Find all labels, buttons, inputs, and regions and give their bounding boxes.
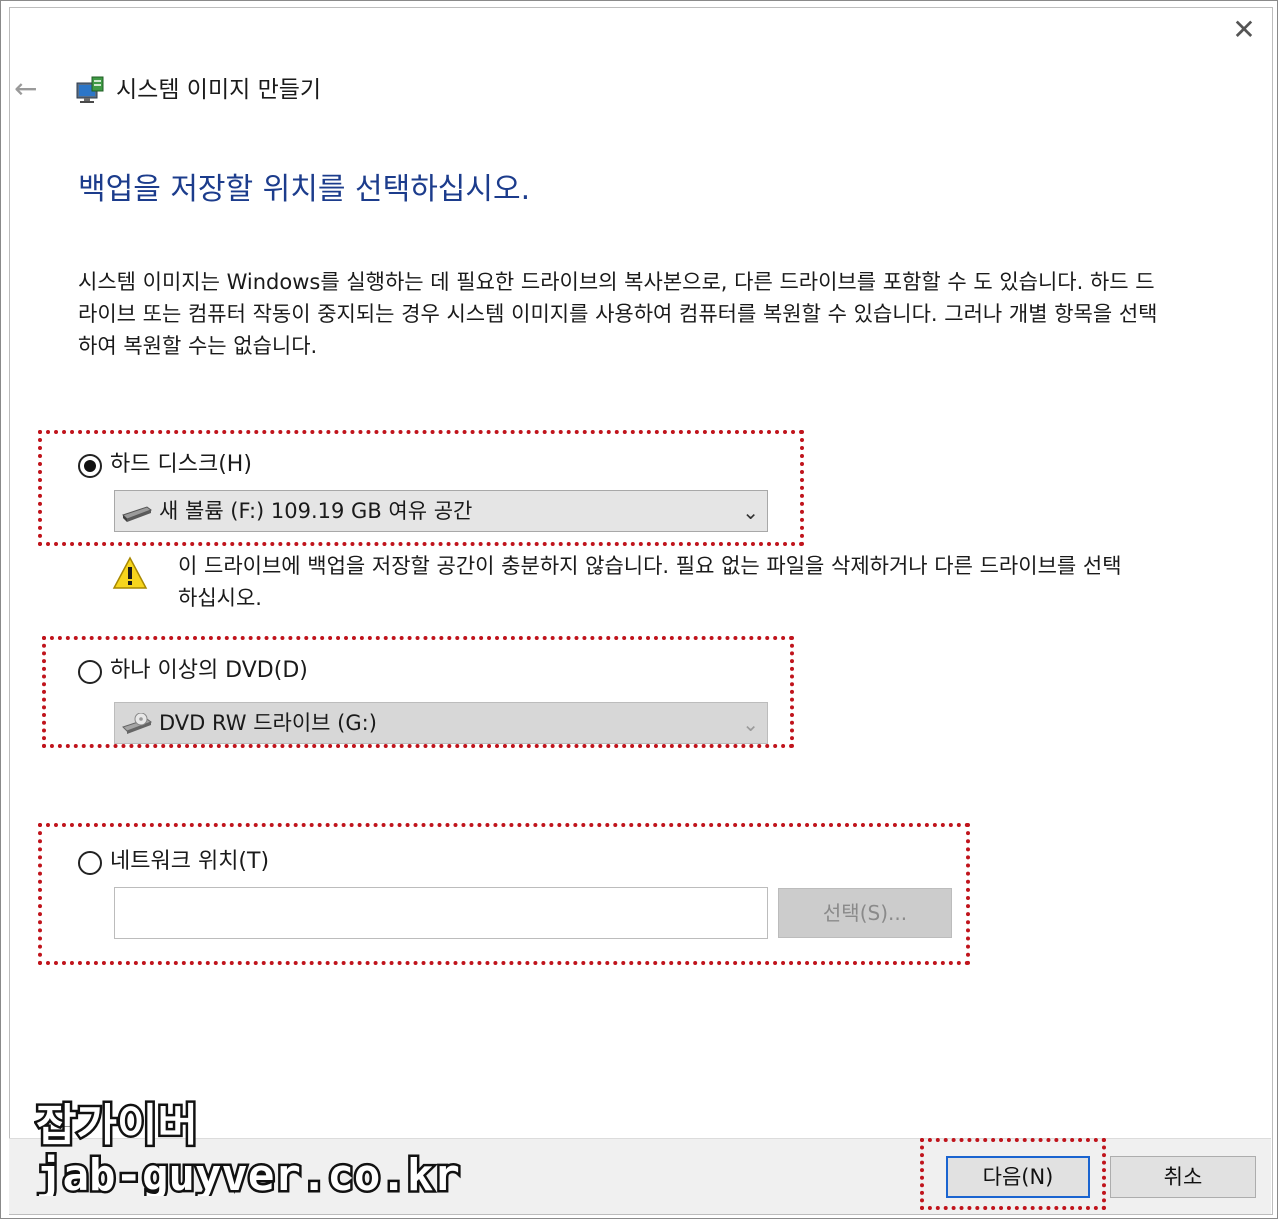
close-icon[interactable]: ✕ [1230,16,1258,44]
hard-disk-dropdown-value: 새 볼륨 (F:) 109.19 GB 여유 공간 [159,499,473,523]
network-label[interactable]: 네트워크 위치(T) [110,847,269,877]
hard-disk-dropdown[interactable]: 새 볼륨 (F:) 109.19 GB 여유 공간 ⌄ [114,490,768,532]
back-arrow-icon[interactable]: ← [14,74,44,104]
system-image-backup-icon [76,76,104,103]
insufficient-space-warning: 이 드라이브에 백업을 저장할 공간이 충분하지 않습니다. 필요 없는 파일을… [178,554,1122,610]
dvd-label[interactable]: 하나 이상의 DVD(D) [110,656,308,686]
hard-disk-radio[interactable] [78,454,102,478]
chevron-down-icon: ⌄ [742,712,759,736]
next-button[interactable]: 다음(N) [946,1156,1090,1198]
dvd-dropdown: DVD RW 드라이브 (G:) ⌄ [114,702,768,744]
network-select-button: 선택(S)... [778,888,952,938]
dvd-radio[interactable] [78,660,102,684]
dvd-drive-icon [122,713,153,734]
window-title: 시스템 이미지 만들기 [116,77,322,103]
warning-icon [112,556,148,589]
network-location-input[interactable] [114,887,768,939]
hard-disk-label[interactable]: 하드 디스크(H) [110,450,252,480]
watermark-line2: jab-guyver.co.kr [36,1150,460,1196]
site-watermark: 잡가이버 jab-guyver.co.kr [34,1098,462,1197]
chevron-down-icon[interactable]: ⌄ [742,497,759,527]
page-description: 시스템 이미지는 Windows를 실행하는 데 필요한 드라이브의 복사본으로… [78,270,1158,358]
cancel-button[interactable]: 취소 [1110,1156,1256,1198]
watermark-line1: 잡가이버 [36,1100,198,1151]
dvd-dropdown-value: DVD RW 드라이브 (G:) [159,711,377,735]
network-radio[interactable] [78,851,102,875]
drive-icon [122,506,153,522]
page-heading: 백업을 저장할 위치를 선택하십시오. [78,172,531,207]
